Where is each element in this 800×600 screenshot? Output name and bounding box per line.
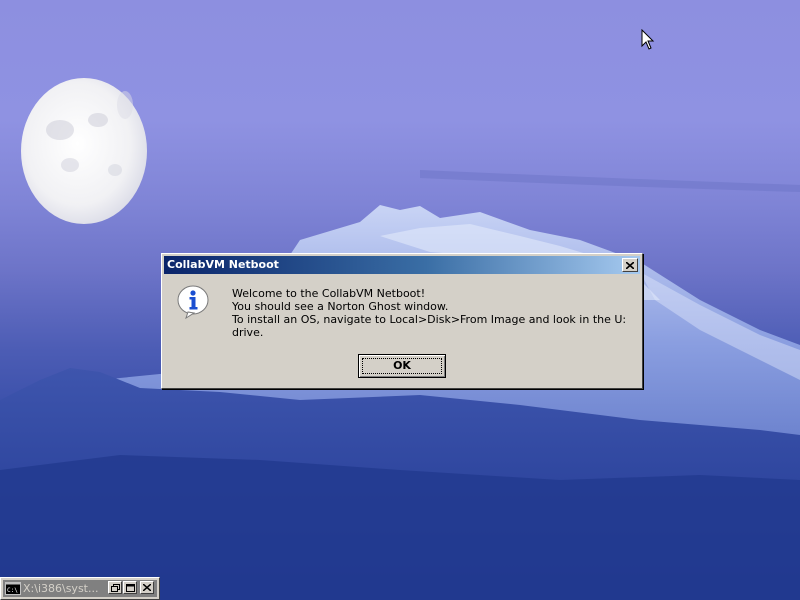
dialog-titlebar[interactable]: CollabVM Netboot — [164, 256, 640, 274]
console-close-button[interactable] — [140, 581, 154, 594]
focus-rectangle — [362, 358, 442, 374]
close-icon — [143, 584, 151, 591]
restore-button[interactable] — [108, 581, 122, 594]
message-dialog: CollabVM Netboot Welcome to the CollabVM… — [161, 253, 643, 389]
info-icon — [177, 285, 209, 319]
maximize-button[interactable] — [123, 581, 137, 594]
minimized-console-window[interactable]: C:\ X:\i386\syst... — [0, 577, 160, 600]
message-line: To install an OS, navigate to Local>Disk… — [232, 313, 627, 326]
dialog-title: CollabVM Netboot — [167, 258, 279, 271]
mouse-cursor-icon — [641, 29, 655, 50]
restore-icon — [110, 583, 120, 592]
svg-text:C:\: C:\ — [7, 587, 18, 594]
console-title: X:\i386\syst... — [23, 582, 99, 595]
ok-button[interactable]: OK — [358, 354, 446, 378]
command-prompt-icon: C:\ — [5, 582, 21, 595]
maximize-icon — [125, 583, 135, 592]
close-icon — [626, 261, 634, 269]
dialog-message: Welcome to the CollabVM Netboot! You sho… — [232, 287, 632, 339]
console-titlebar[interactable]: C:\ X:\i386\syst... — [3, 580, 157, 597]
message-line: Welcome to the CollabVM Netboot! — [232, 287, 426, 300]
message-line: You should see a Norton Ghost window. — [232, 300, 449, 313]
message-line: drive. — [232, 326, 264, 339]
moon — [21, 78, 147, 224]
dialog-close-button[interactable] — [622, 258, 638, 272]
